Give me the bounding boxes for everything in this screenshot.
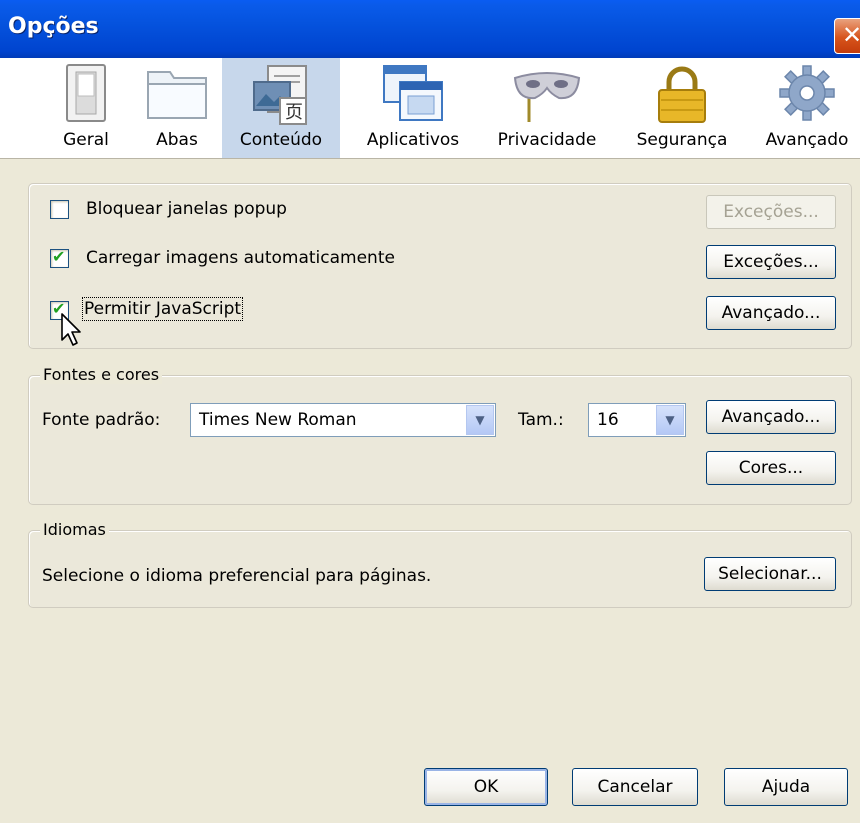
javascript-advanced-button[interactable]: Avançado... <box>706 296 836 330</box>
cancel-button[interactable]: Cancelar <box>572 768 698 806</box>
images-exceptions-button[interactable]: Exceções... <box>706 245 836 279</box>
tab-privacidade-label: Privacidade <box>497 130 597 150</box>
colors-button[interactable]: Cores... <box>706 451 836 485</box>
applications-window-icon <box>382 64 444 127</box>
tab-geral[interactable]: Geral <box>38 58 134 158</box>
languages-description: Selecione o idioma preferencial para pág… <box>42 566 432 586</box>
block-popup-checkbox[interactable] <box>50 200 69 219</box>
tab-abas[interactable]: Abas <box>134 58 220 158</box>
font-size-label: Tam.: <box>518 410 564 430</box>
tab-seguranca-label: Segurança <box>636 130 728 150</box>
mask-icon <box>511 64 583 129</box>
folder-tab-icon <box>146 64 208 125</box>
ok-button[interactable]: OK <box>424 768 548 806</box>
padlock-icon <box>655 64 709 129</box>
content-document-icon: 页 <box>250 64 312 131</box>
window-title: Opções <box>8 14 99 39</box>
close-button[interactable]: ✕ <box>834 18 860 54</box>
default-font-label: Fonte padrão: <box>42 410 161 430</box>
tab-avancado-label: Avançado <box>765 130 849 150</box>
tab-privacidade[interactable]: Privacidade <box>486 58 608 158</box>
mouse-cursor-icon <box>60 312 86 353</box>
tab-aplicativos[interactable]: Aplicativos <box>350 58 476 158</box>
title-bar[interactable]: Opções ✕ <box>0 0 860 58</box>
default-font-select[interactable]: Times New Roman ▼ <box>190 403 496 437</box>
default-font-value: Times New Roman <box>199 410 357 430</box>
languages-group-label: Idiomas <box>40 520 109 539</box>
enable-javascript-label[interactable]: Permitir JavaScript <box>81 297 244 321</box>
fonts-colors-group <box>28 375 852 505</box>
light-switch-icon <box>66 64 106 127</box>
tab-avancado[interactable]: Avançado <box>754 58 860 158</box>
load-images-checkbox[interactable]: ✔ <box>50 247 69 268</box>
tab-aplicativos-label: Aplicativos <box>366 130 460 150</box>
load-images-label[interactable]: Carregar imagens automaticamente <box>86 248 395 268</box>
help-button[interactable]: Ajuda <box>724 768 848 806</box>
tab-conteudo[interactable]: 页 Conteúdo <box>222 58 340 158</box>
tab-abas-label: Abas <box>156 130 198 150</box>
chevron-down-icon[interactable]: ▼ <box>656 405 684 435</box>
chevron-down-icon[interactable]: ▼ <box>466 405 494 435</box>
tab-conteudo-label: Conteúdo <box>239 130 323 150</box>
popup-exceptions-button[interactable]: Exceções... <box>706 195 836 229</box>
fonts-colors-group-label: Fontes e cores <box>40 365 163 384</box>
svg-text:页: 页 <box>285 102 303 123</box>
select-languages-button[interactable]: Selecionar... <box>704 557 836 591</box>
check-mark-icon: ✔ <box>52 247 66 266</box>
fonts-advanced-button[interactable]: Avançado... <box>706 400 836 434</box>
preferences-toolbar: Geral Abas 页 Conteúdo Aplicativos Privac… <box>0 58 860 159</box>
gear-icon <box>778 64 836 127</box>
block-popup-label[interactable]: Bloquear janelas popup <box>86 199 287 219</box>
font-size-select[interactable]: 16 ▼ <box>588 403 686 437</box>
close-icon: ✕ <box>841 21 860 49</box>
tab-seguranca[interactable]: Segurança <box>622 58 742 158</box>
font-size-value: 16 <box>597 410 619 430</box>
tab-geral-label: Geral <box>63 130 109 150</box>
